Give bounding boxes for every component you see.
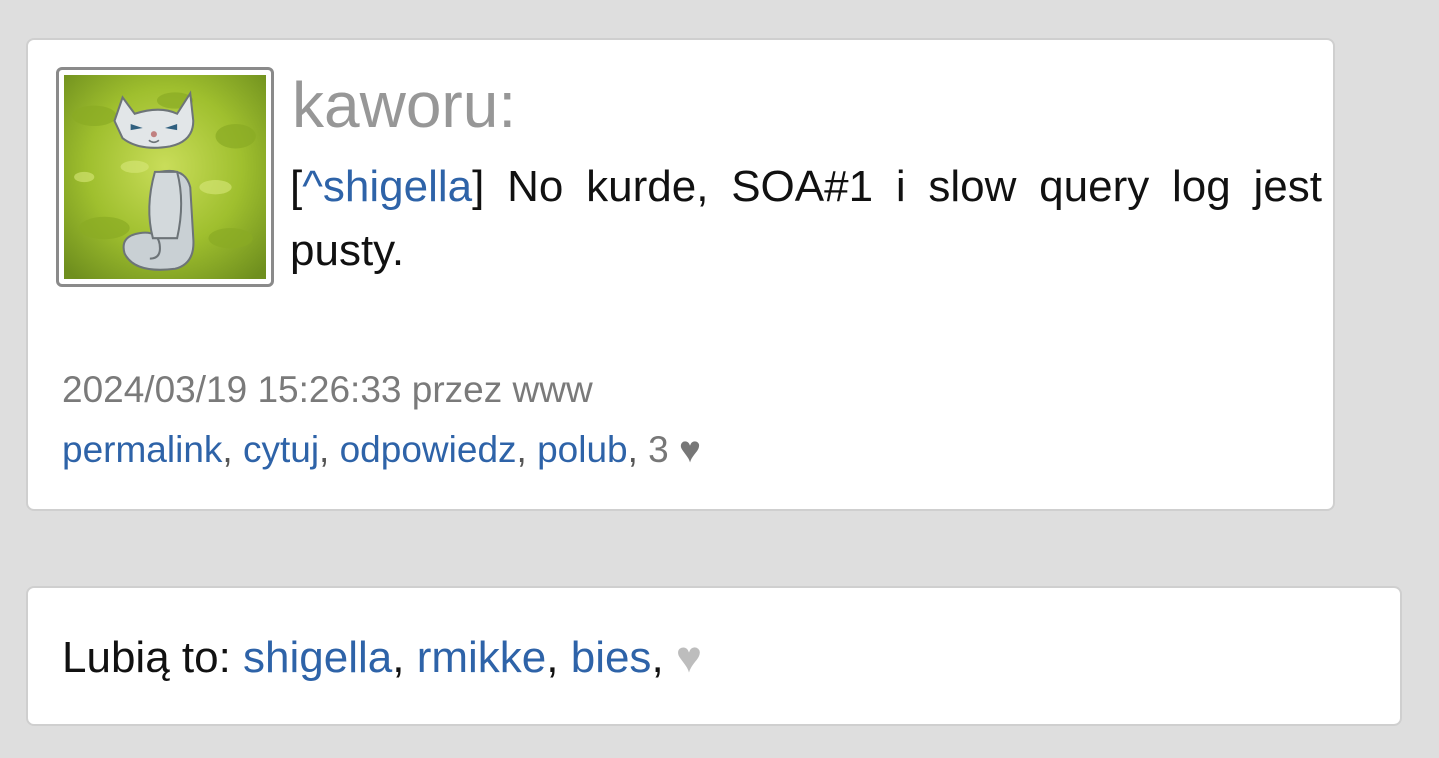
liker-bies[interactable]: bies bbox=[571, 633, 652, 682]
likes-label: Lubią to: bbox=[62, 633, 244, 682]
like-count: 3 bbox=[648, 429, 669, 470]
like-heart-icon[interactable]: ♥ bbox=[676, 633, 702, 682]
heart-icon: ♥ bbox=[679, 429, 701, 470]
separator: , bbox=[516, 429, 538, 470]
post-text: [^shigella] No kurde, SOA#1 i slow query… bbox=[290, 155, 1322, 283]
mention-close-bracket: ] bbox=[472, 162, 485, 211]
like-link[interactable]: polub bbox=[537, 429, 628, 470]
likes-card: Lubią to: shigella, rmikke, bies, ♥ bbox=[26, 586, 1402, 726]
mention-open-bracket: [ bbox=[290, 162, 303, 211]
avatar[interactable] bbox=[56, 67, 274, 287]
mention-link[interactable]: ^shigella bbox=[302, 162, 472, 211]
reply-link[interactable]: odpowiedz bbox=[340, 429, 517, 470]
separator: , bbox=[392, 633, 417, 682]
liker-rmikke[interactable]: rmikke bbox=[417, 633, 547, 682]
separator: , bbox=[546, 633, 571, 682]
separator: , bbox=[627, 429, 649, 470]
permalink-link[interactable]: permalink bbox=[62, 429, 222, 470]
likes-line: Lubią to: shigella, rmikke, bies, ♥ bbox=[62, 630, 702, 686]
separator: , bbox=[651, 633, 676, 682]
liker-shigella[interactable]: shigella bbox=[243, 633, 392, 682]
post-author: kaworu: bbox=[292, 69, 517, 141]
cat-avatar-icon bbox=[64, 75, 266, 279]
post-meta: 2024/03/19 15:26:33 przez www bbox=[62, 369, 593, 410]
post-actions: permalink, cytuj, odpowiedz, polub, 3 ♥ bbox=[62, 428, 701, 472]
separator: , bbox=[319, 429, 340, 470]
post-card: kaworu: [^shigella] No kurde, SOA#1 i sl… bbox=[26, 38, 1335, 511]
separator: , bbox=[222, 429, 243, 470]
cite-link[interactable]: cytuj bbox=[243, 429, 319, 470]
